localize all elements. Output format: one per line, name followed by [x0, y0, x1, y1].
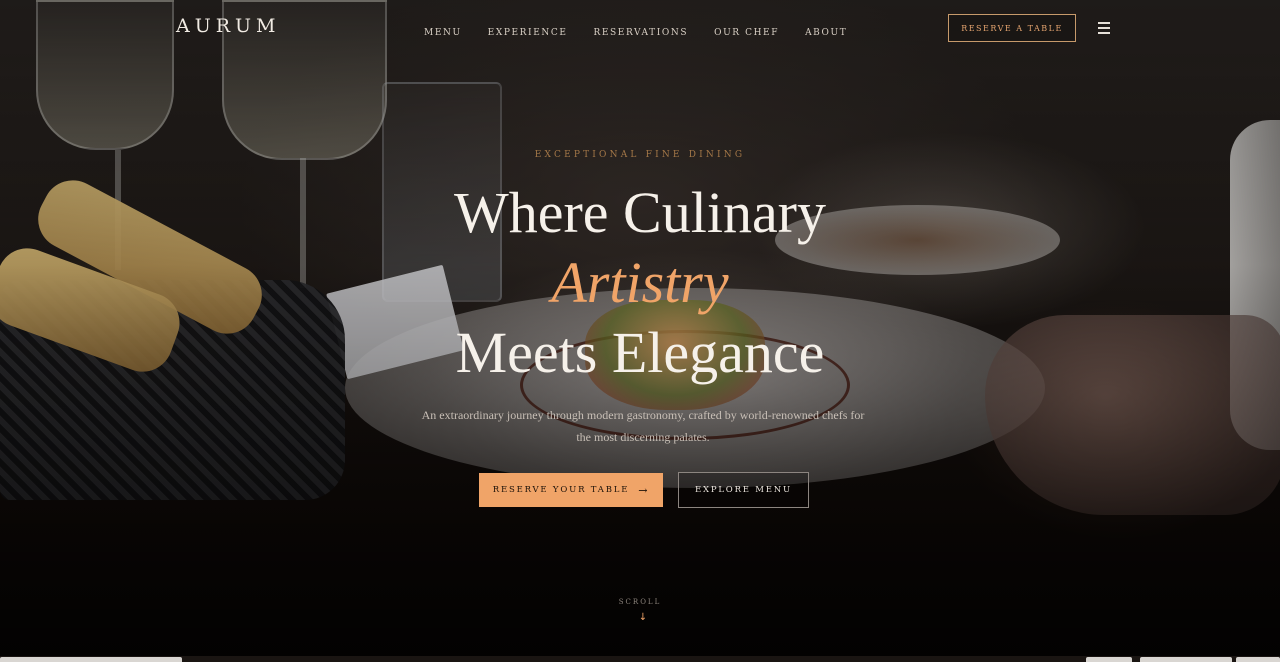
nav-link-menu[interactable]: MENU	[424, 28, 462, 38]
top-navigation: AURUM MENU EXPERIENCE RESERVATIONS OUR C…	[0, 0, 1280, 56]
headline-line-1: Where Culinary	[453, 180, 826, 245]
nav-link-reservations[interactable]: RESERVATIONS	[594, 28, 689, 38]
arrow-right-icon: →	[638, 483, 650, 497]
reserve-your-table-button[interactable]: RESERVE YOUR TABLE →	[479, 473, 663, 507]
nav-item-experience: EXPERIENCE	[488, 22, 568, 40]
hero-headline: Where Culinary Artistry Meets Elegance	[0, 178, 1280, 388]
nav-link-our-chef[interactable]: OUR CHEF	[714, 28, 779, 38]
nav-link-about[interactable]: ABOUT	[805, 28, 847, 38]
reserve-your-table-label: RESERVE YOUR TABLE	[492, 485, 630, 495]
hero-eyebrow: EXCEPTIONAL FINE DINING	[534, 150, 746, 160]
headline-line-3: Meets Elegance	[455, 320, 825, 385]
brand-logo[interactable]: AURUM	[176, 15, 281, 37]
nav-link-experience[interactable]: EXPERIENCE	[488, 28, 568, 38]
hero-section: AURUM MENU EXPERIENCE RESERVATIONS OUR C…	[0, 0, 1280, 662]
nav-links: MENU EXPERIENCE RESERVATIONS OUR CHEF AB…	[424, 22, 873, 40]
hamburger-icon[interactable]	[1098, 22, 1110, 34]
nav-item-about: ABOUT	[805, 22, 847, 40]
arrow-down-icon[interactable]: ↓	[636, 612, 650, 626]
reserve-table-button[interactable]: RESERVE A TABLE	[948, 14, 1076, 42]
nav-item-reservations: RESERVATIONS	[594, 22, 689, 40]
scroll-label: SCROLL	[618, 598, 662, 606]
explore-menu-button[interactable]: EXPLORE MENU	[678, 472, 809, 508]
bottom-edge-strip	[0, 656, 1280, 662]
nav-item-menu: MENU	[424, 22, 462, 40]
hero-subtitle: An extraordinary journey through modern …	[421, 408, 865, 444]
nav-item-our-chef: OUR CHEF	[714, 22, 779, 40]
headline-accent: Artistry	[551, 250, 729, 315]
